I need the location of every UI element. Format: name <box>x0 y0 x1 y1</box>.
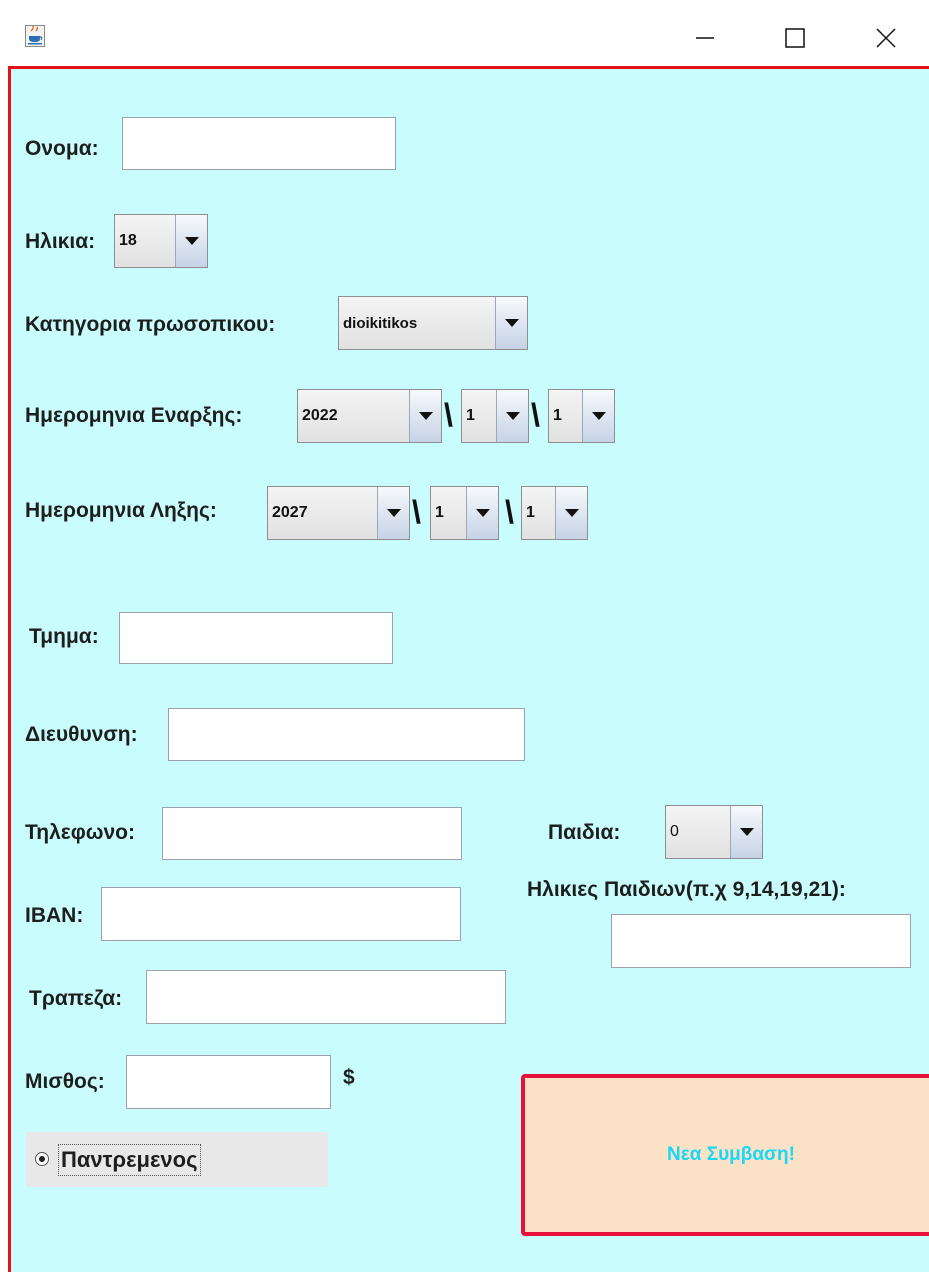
start-year-value: 2022 <box>302 407 338 424</box>
end-day-select[interactable]: 1 <box>521 486 588 540</box>
chevron-down-icon[interactable] <box>555 487 587 539</box>
end-day-value: 1 <box>526 504 535 521</box>
salary-field[interactable] <box>126 1055 331 1109</box>
address-field[interactable] <box>168 708 525 761</box>
age-label: Ηλικια: <box>25 230 96 253</box>
age-select[interactable]: 18 <box>114 214 208 268</box>
title-bar <box>0 0 929 66</box>
children-ages-label: Ηλικιες Παιδιων(π.χ 9,14,19,21): <box>527 878 846 901</box>
age-select-value: 18 <box>119 232 137 249</box>
name-field[interactable] <box>122 117 396 170</box>
address-label: Διευθυνση: <box>25 723 138 746</box>
date-separator: \ <box>412 494 421 530</box>
java-cup-icon <box>25 25 45 47</box>
chevron-down-icon[interactable] <box>730 806 762 858</box>
start-month-select[interactable]: 1 <box>461 389 529 443</box>
bank-label: Τραπεζα: <box>29 987 123 1010</box>
name-label: Ονομα: <box>25 137 99 160</box>
bank-field[interactable] <box>146 970 506 1024</box>
chevron-down-icon[interactable] <box>175 215 207 267</box>
chevron-down-icon[interactable] <box>409 390 441 442</box>
start-day-select[interactable]: 1 <box>548 389 615 443</box>
end-date-label: Ημερομηνια Ληξης: <box>25 499 217 522</box>
department-label: Τμημα: <box>29 625 99 648</box>
department-field[interactable] <box>119 612 393 664</box>
category-select-value: dioikitikos <box>343 314 418 332</box>
end-month-value: 1 <box>435 504 444 521</box>
chevron-down-icon[interactable] <box>466 487 498 539</box>
chevron-down-icon[interactable] <box>582 390 614 442</box>
end-month-select[interactable]: 1 <box>430 486 499 540</box>
iban-field[interactable] <box>101 887 461 941</box>
date-separator: \ <box>531 397 540 433</box>
start-month-value: 1 <box>466 407 475 424</box>
minimize-icon[interactable] <box>685 18 725 58</box>
date-separator: \ <box>444 397 453 433</box>
children-ages-field[interactable] <box>611 914 911 968</box>
new-contract-button-label: Νεα Συμβαση! <box>667 1144 795 1165</box>
chevron-down-icon[interactable] <box>495 297 527 349</box>
category-label: Κατηγορια πρωσοπικου: <box>25 313 276 336</box>
iban-label: IBAN: <box>25 904 84 927</box>
close-icon[interactable] <box>866 18 906 58</box>
children-select-value: 0 <box>670 823 679 840</box>
start-day-value: 1 <box>553 407 562 424</box>
married-radio-button[interactable] <box>35 1152 49 1166</box>
start-date-label: Ημερομηνια Εναρξης: <box>25 404 243 427</box>
new-contract-button[interactable]: Νεα Συμβαση! <box>521 1074 929 1236</box>
phone-field[interactable] <box>162 807 462 860</box>
phone-label: Τηλεφωνο: <box>25 821 136 844</box>
end-year-value: 2027 <box>272 504 308 521</box>
currency-symbol: $ <box>343 1066 355 1089</box>
end-year-select[interactable]: 2027 <box>267 486 410 540</box>
start-year-select[interactable]: 2022 <box>297 389 442 443</box>
maximize-icon[interactable] <box>775 18 815 58</box>
chevron-down-icon[interactable] <box>496 390 528 442</box>
chevron-down-icon[interactable] <box>377 487 409 539</box>
category-select[interactable]: dioikitikos <box>338 296 528 350</box>
children-label: Παιδια: <box>548 821 621 844</box>
date-separator: \ <box>505 494 514 530</box>
children-select[interactable]: 0 <box>665 805 763 859</box>
salary-label: Μισθος: <box>25 1070 105 1093</box>
married-radio-label[interactable]: Παντρεμενος <box>58 1144 201 1176</box>
